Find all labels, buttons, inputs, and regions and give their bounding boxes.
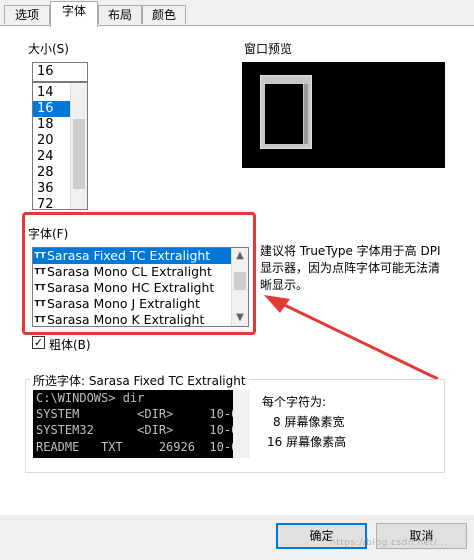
console-line: README TXT 26926 10-01- xyxy=(36,440,250,454)
char-size-label: 每个字符为: xyxy=(262,395,327,409)
size-item[interactable]: 72 xyxy=(33,197,71,209)
size-item[interactable]: 24 xyxy=(33,149,71,165)
char-width: 8 屏幕像素宽 xyxy=(273,415,345,429)
char-height: 16 屏幕像素高 xyxy=(267,435,347,449)
tab-options[interactable]: 选项 xyxy=(4,5,50,24)
arrow-shaft xyxy=(271,297,439,381)
preview-window-content xyxy=(265,84,303,144)
size-label: 大小(S) xyxy=(28,42,69,56)
size-list-scrollbar[interactable] xyxy=(70,83,87,209)
tab-bar: 选项 字体 布局 颜色 xyxy=(0,0,474,27)
window-preview xyxy=(242,62,445,168)
scroll-thumb[interactable] xyxy=(73,119,85,189)
arrow-head xyxy=(264,295,290,313)
truetype-tip: 建议将 TrueType 字体用于高 DPI 显示器，因为点阵字体可能无法清晰显… xyxy=(260,244,441,292)
size-item[interactable]: 36 xyxy=(33,181,71,197)
preview-window-scrollbar xyxy=(304,84,308,144)
tab-font[interactable]: 字体 xyxy=(50,1,98,27)
preview-label: 窗口预览 xyxy=(244,42,293,56)
size-item[interactable]: 14 xyxy=(33,85,71,101)
selected-font-label: 所选字体: Sarasa Fixed TC Extralight xyxy=(30,372,249,389)
font-sample-console: C:\WINDOWS> dir SYSTEM <DIR> 10-01- SYST… xyxy=(33,390,250,458)
bold-label: 粗体(B) xyxy=(49,338,91,352)
console-line: SYSTEM32 <DIR> 10-01- xyxy=(36,423,250,437)
highlight-box xyxy=(22,212,256,335)
preview-window-frame xyxy=(260,75,312,149)
console-line: C:\WINDOWS> dir xyxy=(36,391,145,405)
bold-checkbox[interactable]: ✓ xyxy=(32,336,45,349)
size-list[interactable]: 14 16 18 20 24 28 36 72 xyxy=(32,82,88,210)
size-item[interactable]: 28 xyxy=(33,165,71,181)
tab-layout[interactable]: 布局 xyxy=(98,5,142,24)
console-line: SYSTEM <DIR> 10-01- xyxy=(36,407,250,421)
watermark: https://blog.csdn.net/... xyxy=(330,538,448,548)
size-item[interactable]: 20 xyxy=(33,133,71,149)
size-item-selected[interactable]: 16 xyxy=(33,101,71,117)
size-item[interactable]: 18 xyxy=(33,117,71,133)
size-input[interactable]: 16 xyxy=(32,62,88,82)
tab-colors[interactable]: 颜色 xyxy=(142,5,186,24)
console-scrollbar xyxy=(233,390,250,458)
